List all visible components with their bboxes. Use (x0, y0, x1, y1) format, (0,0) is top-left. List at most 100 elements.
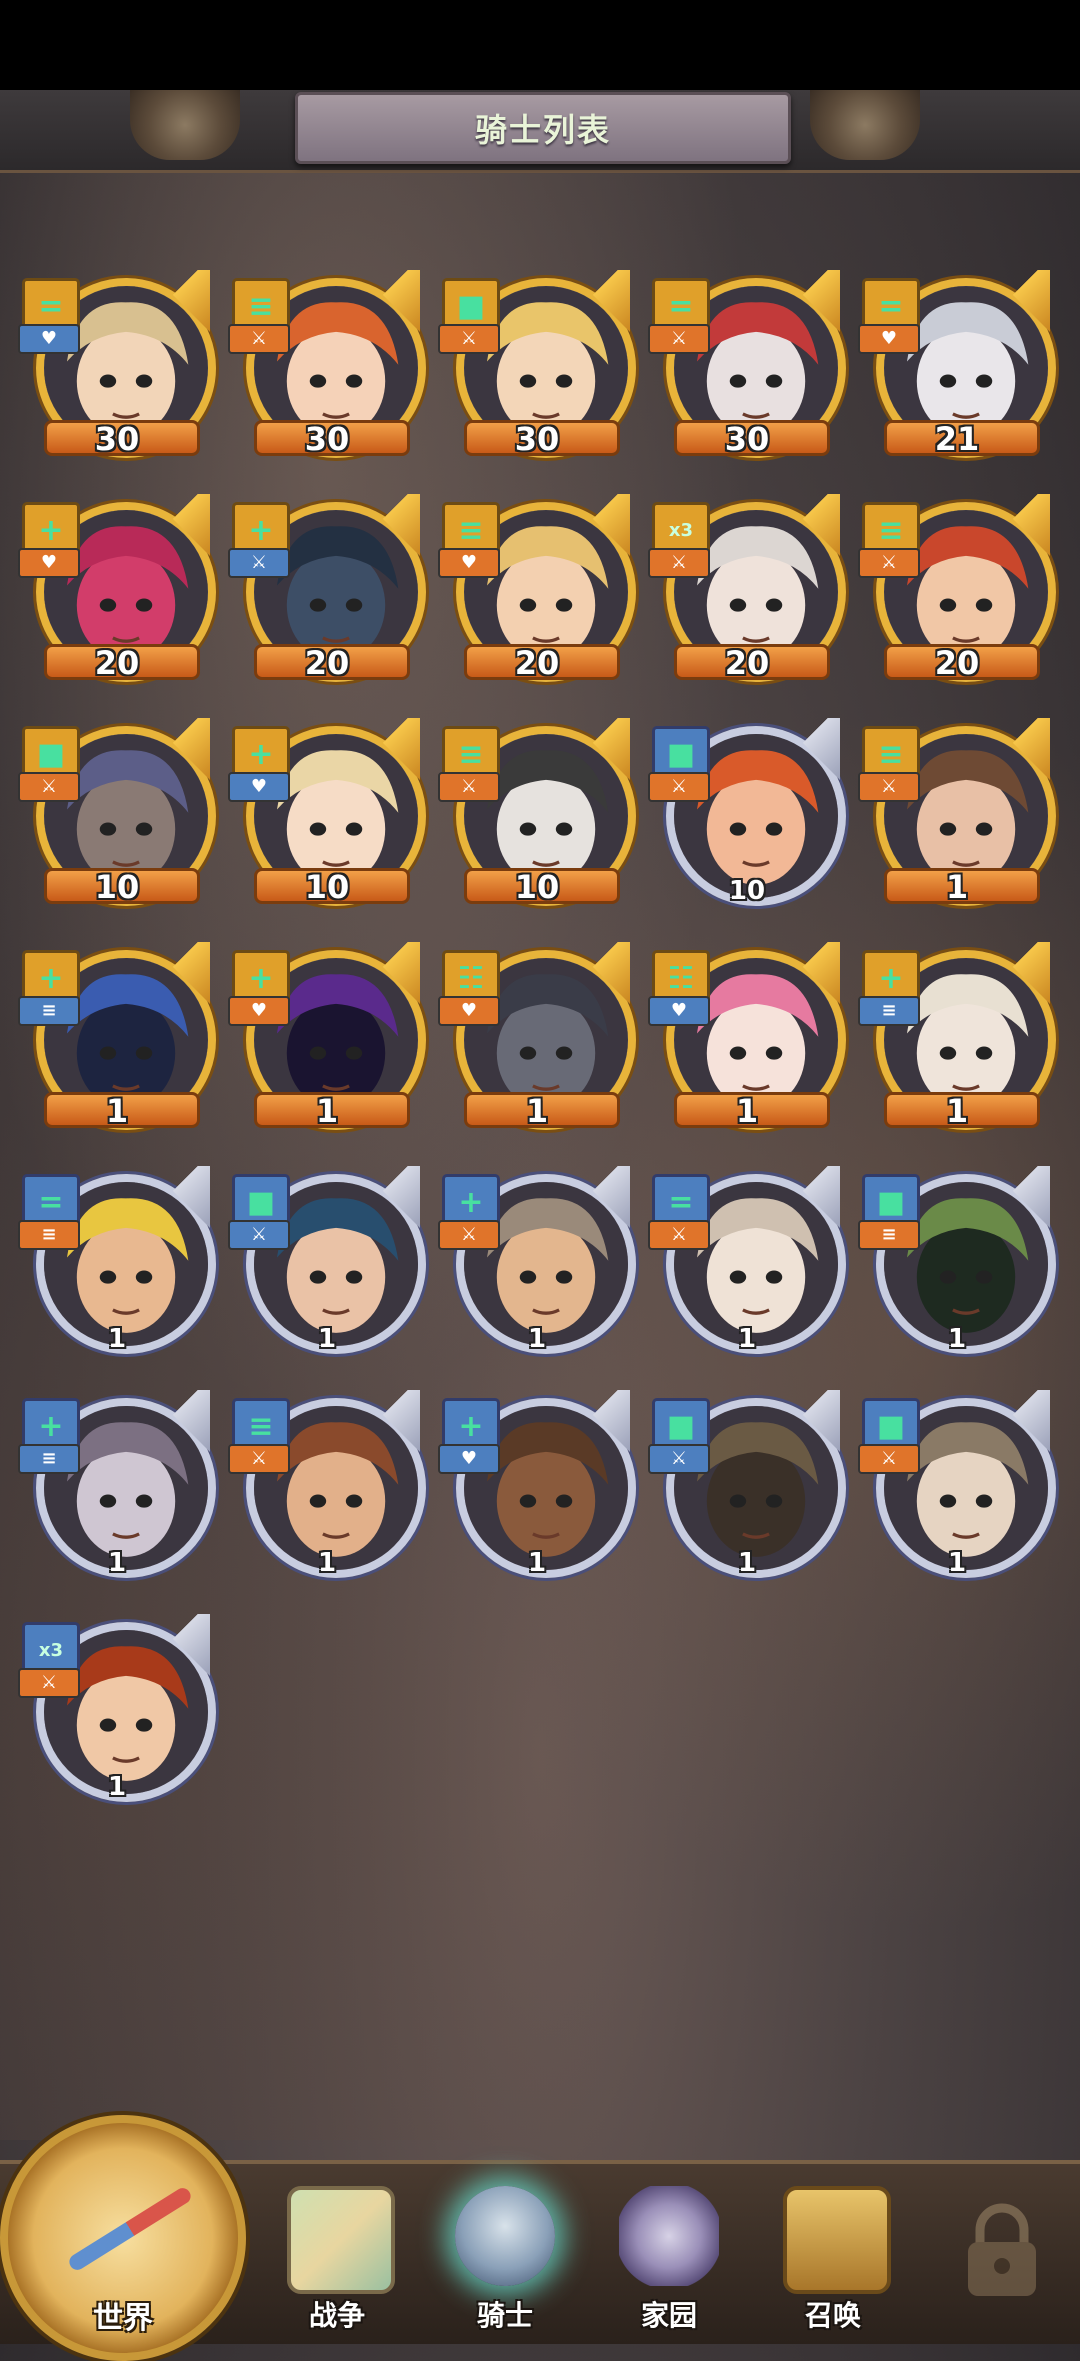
nav-knight-button[interactable]: 骑士 (440, 2186, 570, 2336)
knight-level: 30 (514, 420, 560, 458)
triple-block-icon: ≡ (248, 289, 274, 324)
double-bar-icon: = (38, 289, 64, 324)
knight-level: 1 (947, 1548, 967, 1578)
knight-card[interactable]: 10 ■ ⚔ (648, 718, 846, 918)
knight-level: 1 (107, 1772, 127, 1802)
knight-card[interactable]: 20 ≡ ♥ (438, 494, 636, 694)
knight-level: 1 (737, 1324, 757, 1354)
knight-card[interactable]: 1 + ⚔ (438, 1166, 636, 1366)
knight-grid: 30 = ♥ 30 ≡ ⚔ 30 ■ ⚔ 30 = ⚔ 21 = ♥ 20 + ♥ 20 + ⚔ 20 ≡ ♥ 20 x3 ⚔ 20 ≡… (18, 270, 1062, 1820)
knight-card[interactable]: 1 ☷ ♥ (648, 942, 846, 1142)
knight-card[interactable]: 20 ≡ ⚔ (858, 494, 1056, 694)
triple-block-icon: ≡ (458, 513, 484, 548)
heart-icon: ♥ (460, 552, 478, 573)
knight-card[interactable]: 1 ■ ⚔ (648, 1390, 846, 1590)
heart-icon: ♥ (40, 328, 58, 349)
knight-card[interactable]: 1 ≡ ⚔ (228, 1390, 426, 1590)
triple-block-icon: ≡ (878, 737, 904, 772)
sword-icon: ⚔ (670, 328, 688, 349)
compass-icon (66, 2185, 194, 2273)
quad-block-icon: ☷ (667, 961, 695, 996)
knight-avatar-icon (455, 2186, 555, 2286)
knight-card[interactable]: 30 ■ ⚔ (438, 270, 636, 470)
knight-level: 1 (105, 1092, 129, 1130)
knight-card[interactable]: 10 ≡ ⚔ (438, 718, 636, 918)
knight-card[interactable]: 1 + ♥ (228, 942, 426, 1142)
knight-card[interactable]: 1 ☷ ♥ (438, 942, 636, 1142)
role-badge: ⚔ (438, 1220, 500, 1250)
knight-card[interactable]: 20 + ⚔ (228, 494, 426, 694)
map-icon (287, 2186, 395, 2294)
role-badge: ⚔ (228, 548, 290, 578)
knight-card[interactable]: 1 ■ ⚔ (228, 1166, 426, 1366)
gear-ornament-right (810, 90, 920, 160)
sword-icon: ⚔ (40, 776, 58, 797)
heart-icon: ♥ (670, 1000, 688, 1021)
role-badge: ≡ (858, 1220, 920, 1250)
role-badge: ≡ (858, 996, 920, 1026)
heart-icon: ♥ (40, 552, 58, 573)
role-badge: ♥ (18, 548, 80, 578)
nav-home-button[interactable]: 家园 (604, 2186, 734, 2336)
sword-icon: ⚔ (250, 1224, 268, 1245)
single-block-icon: ■ (36, 737, 66, 772)
heart-icon: ♥ (460, 1000, 478, 1021)
knight-card[interactable]: 1 = ≡ (18, 1166, 216, 1366)
knight-card[interactable]: 1 + ≡ (18, 942, 216, 1142)
knight-card[interactable]: 1 + ≡ (858, 942, 1056, 1142)
knight-card[interactable]: 20 + ♥ (18, 494, 216, 694)
gear-ornament-left (130, 90, 240, 160)
knight-level: 1 (315, 1092, 339, 1130)
cross-icon: + (38, 1409, 64, 1444)
shield-icon: ≡ (881, 1000, 897, 1021)
sword-icon: ⚔ (880, 552, 898, 573)
heart-icon: ♥ (880, 328, 898, 349)
knight-card[interactable]: 1 + ≡ (18, 1390, 216, 1590)
single-block-icon: ■ (456, 289, 486, 324)
knight-card[interactable]: 30 ≡ ⚔ (228, 270, 426, 470)
sword-icon: ⚔ (880, 1448, 898, 1469)
role-badge: ⚔ (858, 1444, 920, 1474)
nav-summon-button[interactable]: 召唤 (768, 2186, 898, 2336)
nav-home-label: 家园 (640, 2299, 697, 2332)
knight-card[interactable]: 1 ■ ⚔ (858, 1390, 1056, 1590)
knight-level: 1 (107, 1548, 127, 1578)
role-badge: ⚔ (858, 772, 920, 802)
knight-level: 20 (514, 644, 560, 682)
knight-level: 21 (934, 420, 980, 458)
knight-card[interactable]: 10 + ♥ (228, 718, 426, 918)
knight-card[interactable]: 1 = ⚔ (648, 1166, 846, 1366)
sword-icon: ⚔ (880, 776, 898, 797)
knight-card[interactable]: 20 x3 ⚔ (648, 494, 846, 694)
knight-card[interactable]: 30 = ⚔ (648, 270, 846, 470)
double-bar-icon: = (668, 1185, 694, 1220)
sword-icon: ⚔ (670, 1448, 688, 1469)
role-badge: ♥ (18, 324, 80, 354)
knight-card[interactable]: 1 + ♥ (438, 1390, 636, 1590)
shield-icon: ≡ (881, 1224, 897, 1245)
double-bar-icon: = (878, 289, 904, 324)
x3-icon: x3 (38, 1640, 64, 1661)
double-bar-icon: = (668, 289, 694, 324)
knight-level: 1 (735, 1092, 759, 1130)
knight-card[interactable]: 10 ■ ⚔ (18, 718, 216, 918)
knight-level: 1 (945, 868, 969, 906)
role-badge: ≡ (18, 996, 80, 1026)
knight-card[interactable]: 30 = ♥ (18, 270, 216, 470)
knight-card[interactable]: 1 ≡ ⚔ (858, 718, 1056, 918)
cross-icon: + (38, 961, 64, 996)
role-badge: ⚔ (648, 1444, 710, 1474)
gear-building-icon (619, 2186, 719, 2286)
role-badge: ⚔ (438, 324, 500, 354)
knight-level: 10 (304, 868, 350, 906)
knight-card[interactable]: 1 ■ ≡ (858, 1166, 1056, 1366)
knight-card[interactable]: 1 x3 ⚔ (18, 1614, 216, 1814)
lock-icon[interactable] (960, 2200, 1044, 2300)
status-bar (0, 0, 1080, 90)
nav-war-button[interactable]: 战争 (272, 2186, 402, 2336)
role-badge: ⚔ (648, 548, 710, 578)
nav-world-button[interactable]: 世界 (0, 2115, 246, 2361)
knight-card[interactable]: 21 = ♥ (858, 270, 1056, 470)
cross-icon: + (248, 961, 274, 996)
cross-icon: + (248, 513, 274, 548)
